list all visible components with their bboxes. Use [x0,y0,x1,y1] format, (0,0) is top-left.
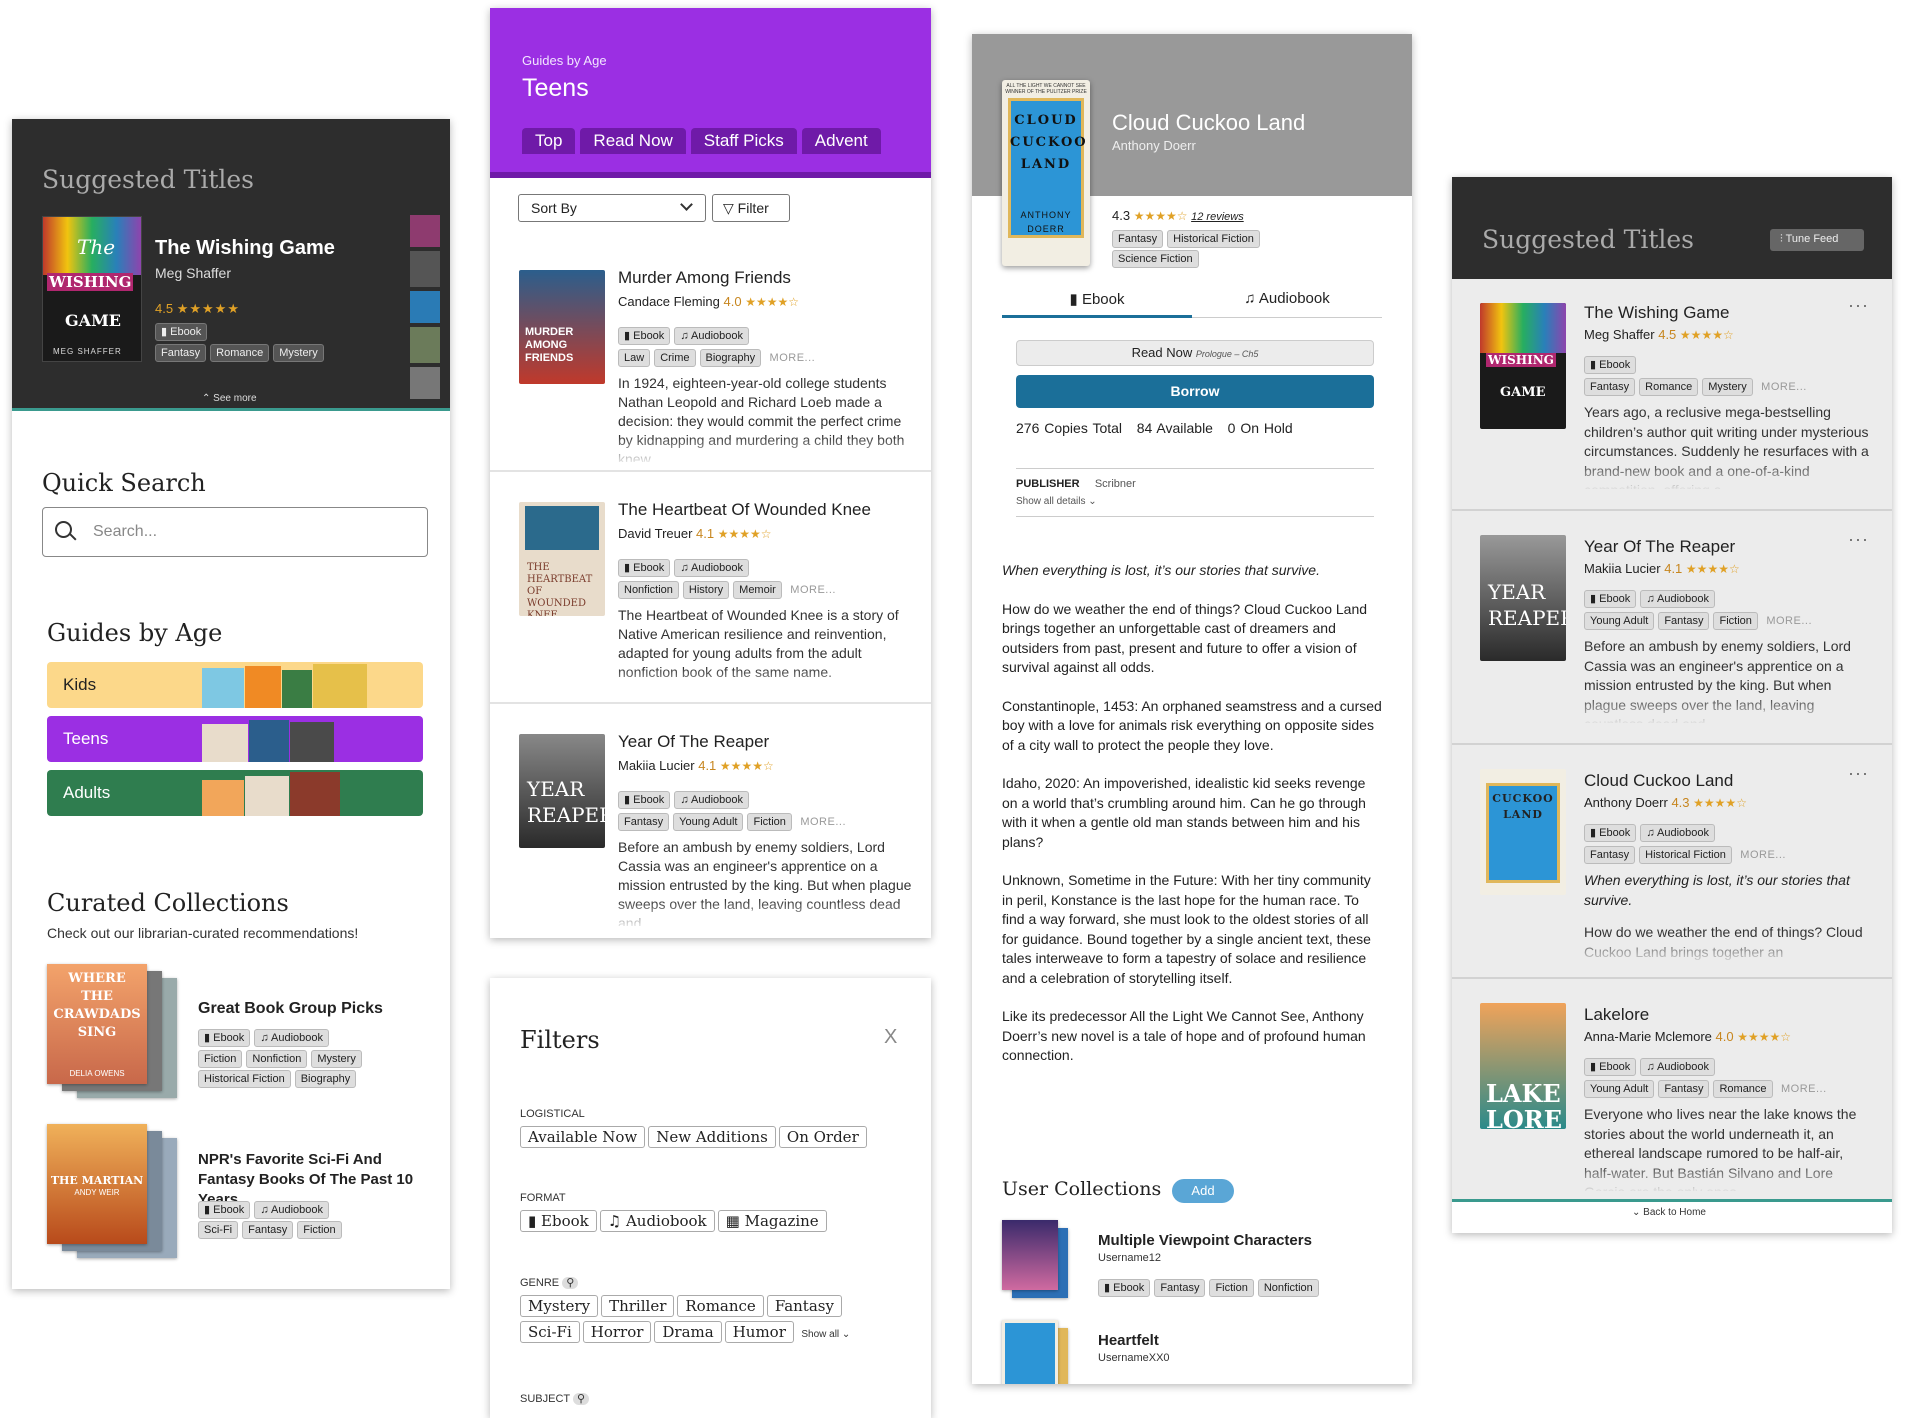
collection-cover-stack: THE MARTIAN ANDY WEIR [47,1124,187,1259]
collection-card[interactable]: WHERE THE CRAWDADS SING DELIA OWENS Grea… [47,964,447,1104]
panel-teens: Guides by Age Teens Top Read Now Staff Pic… [490,8,931,938]
book-title: Murder Among Friends [618,268,791,287]
filter-section-genre: GENRE ⚲ Mystery Thriller Romance Fantasy Sc… [520,1277,851,1343]
feed-header: Suggested Titles ⫶ Tune Feed [1452,177,1892,279]
suggested-title: Suggested Titles [42,165,254,194]
panel-feed: Suggested Titles ⫶ Tune Feed WISHING GAME… [1452,177,1892,1233]
tune-feed-button[interactable]: ⫶ Tune Feed [1770,229,1864,251]
filter-section-format: FORMAT ▮ Ebook ♫ Audiobook ▦ Magazine [520,1192,910,1236]
borrow-button[interactable]: Borrow [1016,375,1374,408]
ebook-badge: ▮ Ebook [155,323,208,341]
list-item[interactable]: YEARREAPER Year Of The Reaper ··· Makiia… [1452,513,1892,745]
filters-title: Filters [520,1026,600,1054]
featured-cover[interactable]: The WISHING GAME MEG SHAFFER [42,216,142,362]
chevron-down-icon [680,198,693,211]
reviews-link[interactable]: 12 reviews [1191,211,1244,223]
filter-section-logistical: LOGISTICAL Available Now New Additions On … [520,1108,910,1152]
book-cover: WISHING GAME [1480,303,1566,429]
collection-title: Great Book Group Picks [198,1000,383,1017]
read-now-button[interactable]: Read Now Prologue – Ch5 [1016,340,1374,366]
book-cover: MURDER AMONG FRIENDS [519,270,605,384]
page-title: Teens [522,74,589,102]
featured-rating: 4.5 ★★★★★ [155,301,240,316]
availability: 276 Copies Total 84 Available 0 On Hold [1016,420,1293,436]
eyebrow: Guides by Age [522,53,607,68]
tab-staff-picks[interactable]: Staff Picks [690,128,797,154]
book-cover: LAKE LORE [1480,1003,1566,1129]
search-icon: ⚲ [572,1393,590,1405]
book-cover: YEAR REAPER [519,734,605,848]
filter-section-subject: SUBJECT ⚲ [520,1392,590,1405]
tab-audiobook[interactable]: ♫ Audiobook [1192,290,1382,318]
book-description: When everything is lost, it’s our storie… [1002,562,1382,1063]
filter-button[interactable]: ▽ Filter [712,194,790,222]
book-title: The Heartbeat Of Wounded Knee [618,500,871,519]
format-tabs: ▮ Ebook ♫ Audiobook [1002,290,1382,318]
show-all-link[interactable]: Show all ⌄ [801,1329,850,1340]
search-input[interactable]: Search... [42,507,428,557]
book-list: MURDER AMONG FRIENDS Murder Among Friend… [490,240,931,936]
quick-search-heading: Quick Search [42,469,206,497]
more-options-icon[interactable]: ··· [1848,763,1869,784]
featured-tags: Fantasy Romance Mystery [155,343,328,362]
sort-dropdown[interactable]: Sort By [518,194,706,222]
guide-adults[interactable]: Adults [47,770,423,816]
panel-book-detail: ALL THE LIGHT WE CANNOT SEE WINNER OF TH… [972,34,1412,1384]
detail-title: Cloud Cuckoo Land [1112,110,1306,135]
book-cover: YEARREAPER [1480,535,1566,661]
see-more-button[interactable]: ⌃ See more [202,393,257,404]
more-options-icon[interactable]: ··· [1848,295,1869,316]
tab-read-now[interactable]: Read Now [580,128,686,154]
collection-cover-stack: WHERE THE CRAWDADS SING DELIA OWENS [47,964,187,1099]
show-details-link[interactable]: Show all details ⌄ [1016,496,1097,507]
list-item[interactable]: WISHING GAME The Wishing Game ··· Meg Sha… [1452,279,1892,511]
curated-heading: Curated Collections [47,889,289,917]
tab-ebook[interactable]: ▮ Ebook [1002,290,1192,318]
user-collections-heading: User Collections [1002,1178,1162,1200]
list-item[interactable]: YEAR REAPER Year Of The Reaper Makiia Lu… [490,704,931,936]
list-item[interactable]: Heartfelt UsernameXX0 [1002,1320,1392,1384]
tab-bar: Top Read Now Staff Picks Advent [522,128,881,154]
book-cover: CUCKOO LAND [1480,769,1566,895]
guide-kids[interactable]: Kids [47,662,423,708]
book-cover: THE HEARTBEAT OF WOUNDED KNEE [519,502,605,616]
suggested-header: Suggested Titles The WISHING GAME MEG SH… [12,119,450,411]
list-item[interactable]: MURDER AMONG FRIENDS Murder Among Friend… [490,240,931,472]
featured-author: Meg Shaffer [155,265,232,281]
panel-filters: Filters X LOGISTICAL Available Now New Ad… [490,978,931,1418]
collection-card[interactable]: THE MARTIAN ANDY WEIR NPR's Favorite Sci… [47,1124,447,1264]
detail-cover: ALL THE LIGHT WE CANNOT SEE WINNER OF TH… [1002,80,1090,266]
thumb-strip[interactable] [410,215,440,401]
list-item[interactable]: THE HEARTBEAT OF WOUNDED KNEE The Heartb… [490,472,931,704]
guides-heading: Guides by Age [47,619,223,647]
guide-teens[interactable]: Teens [47,716,423,762]
close-icon[interactable]: X [884,1026,897,1049]
list-item[interactable]: Multiple Viewpoint Characters Username12… [1002,1220,1392,1306]
book-title: Year Of The Reaper [618,732,770,751]
panel-home: Suggested Titles The WISHING GAME MEG SH… [12,119,450,1289]
filter-icon: ▽ [723,200,738,216]
tab-adventure[interactable]: Advent [801,128,881,154]
detail-author: Anthony Doerr [1112,138,1196,153]
back-to-home-button[interactable]: ⌄ Back to Home [1632,1207,1706,1218]
curated-subtitle: Check out our librarian-curated recommen… [47,925,359,941]
search-icon: ⚲ [562,1277,579,1289]
list-item[interactable]: CUCKOO LAND Cloud Cuckoo Land ··· Anthony… [1452,747,1892,979]
more-options-icon[interactable]: ··· [1848,529,1869,550]
sliders-icon: ⫶ [1780,233,1783,245]
add-button[interactable]: Add [1172,1179,1234,1203]
list-item[interactable]: LAKE LORE Lakelore Anna-Marie Mclemore 4.… [1452,981,1892,1203]
featured-title[interactable]: The Wishing Game [155,237,335,260]
teens-header: Guides by Age Teens Top Read Now Staff Pic… [490,8,931,178]
tab-top[interactable]: Top [522,128,576,154]
